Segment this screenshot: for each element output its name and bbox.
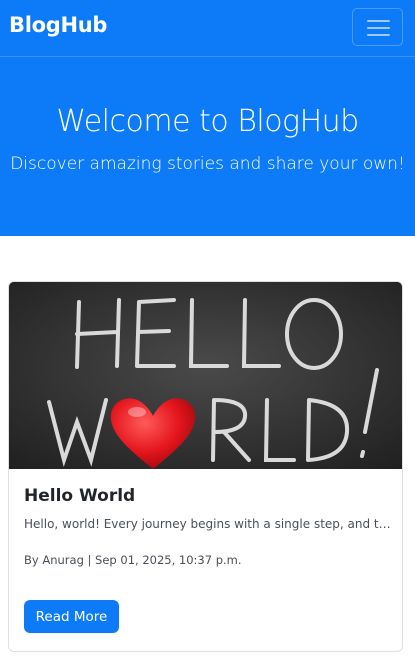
hero-subtitle: Discover amazing stories and share your … bbox=[10, 154, 405, 174]
chalkboard-hello-world-image bbox=[9, 282, 402, 469]
navbar: BlogHub bbox=[0, 0, 415, 57]
post-title[interactable]: Hello World bbox=[24, 486, 135, 506]
post-image[interactable] bbox=[9, 282, 402, 469]
hero-banner: Welcome to BlogHub Discover amazing stor… bbox=[0, 57, 415, 236]
post-excerpt: Hello, world! Every journey begins with … bbox=[24, 517, 392, 531]
post-card: Hello World Hello, world! Every journey … bbox=[8, 281, 403, 652]
post-meta: By Anurag | Sep 01, 2025, 10:37 p.m. bbox=[24, 553, 242, 567]
read-more-button[interactable]: Read More bbox=[24, 600, 119, 633]
hero-title: Welcome to BlogHub bbox=[56, 104, 359, 139]
brand-logo-link[interactable]: BlogHub bbox=[9, 13, 107, 37]
hamburger-menu-icon bbox=[367, 19, 390, 37]
navbar-toggle-button[interactable] bbox=[352, 8, 403, 46]
